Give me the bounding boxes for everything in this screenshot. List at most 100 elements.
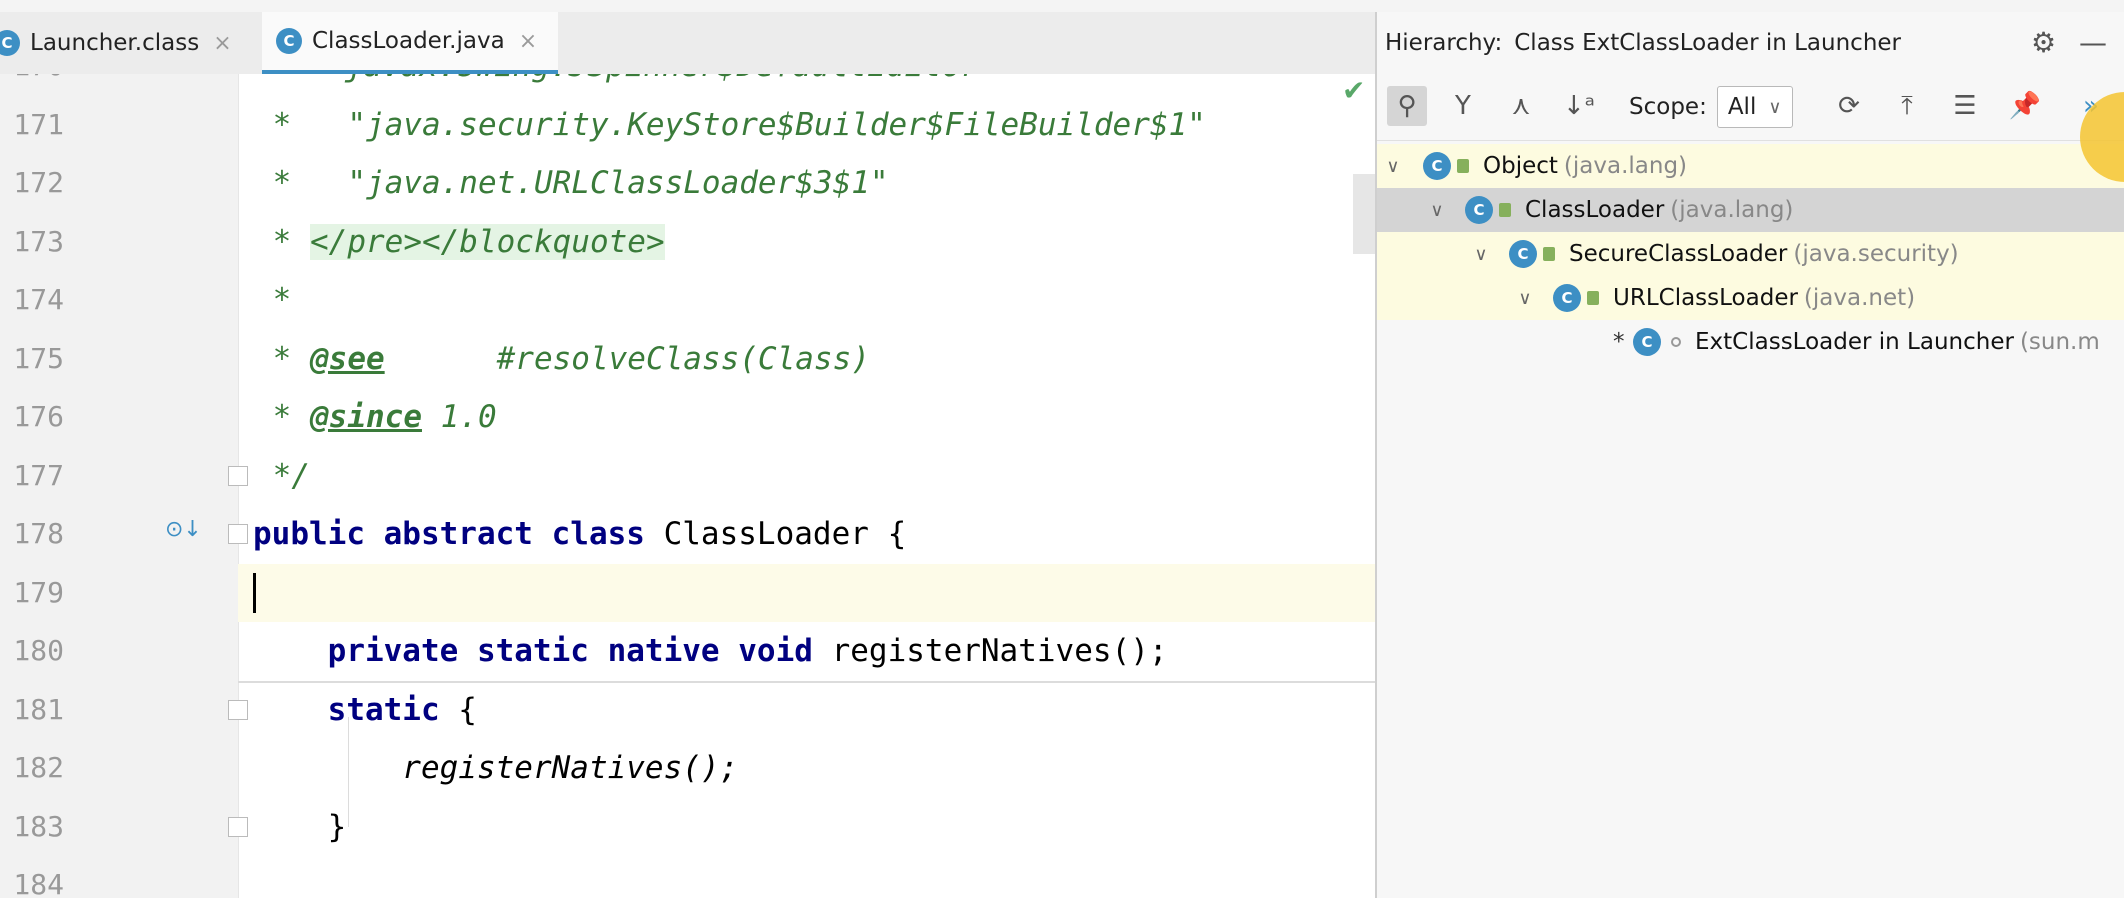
refresh-icon[interactable]: ⟳ <box>1829 86 1869 126</box>
line-number: 180 <box>13 634 64 667</box>
class-icon: C <box>1465 196 1493 224</box>
supertypes-icon[interactable]: Y <box>1443 86 1483 126</box>
fold-marker-icon[interactable] <box>228 465 248 486</box>
doc-prefix: * <box>254 399 310 435</box>
node-package: (java.security) <box>1793 241 1959 267</box>
code-text: */ <box>254 457 310 494</box>
code-line: 172 * "java.net.URLClassLoader$3$1" <box>0 154 1375 213</box>
type-hierarchy-icon[interactable]: ⚲ <box>1387 86 1427 126</box>
doc-text: 1.0 <box>421 399 497 435</box>
tree-node-classloader[interactable]: ∨ C ClassLoader (java.lang) <box>1377 188 2124 232</box>
code-text: * "java.net.URLClassLoader$3$1" <box>254 165 889 201</box>
editor-tab-bar: C Launcher.class × C ClassLoader.java × <box>0 12 1375 75</box>
code-line: 179 <box>0 564 1375 623</box>
html-tag: </pre></blockquote> <box>310 223 665 260</box>
line-number: 181 <box>13 692 64 726</box>
code-line: 170 "javax.swing.JSpinner$DefaultEditor" <box>0 74 1375 96</box>
text-caret <box>253 572 256 613</box>
code-text: { <box>439 691 477 728</box>
code-text: registerNatives(); <box>812 633 1168 669</box>
class-icon: C <box>1509 240 1537 268</box>
scope-value: All <box>1727 94 1757 120</box>
subclass-gutter-icon[interactable]: ⊙↓ <box>165 517 202 542</box>
node-name: SecureClassLoader <box>1569 241 1788 267</box>
pin-icon[interactable]: 📌 <box>2005 86 2045 126</box>
line-number: 174 <box>13 283 64 316</box>
line-number: 175 <box>13 341 64 375</box>
code-line: 176 * @since 1.0 <box>0 388 1375 447</box>
export-icon[interactable]: ⤒ <box>1887 86 1927 126</box>
doc-text: #resolveClass(Class) <box>384 340 870 377</box>
line-number: 176 <box>13 400 64 433</box>
package-private-icon <box>1671 337 1681 347</box>
fold-marker-icon[interactable] <box>228 699 248 720</box>
code-line: 177 */ <box>0 447 1375 506</box>
code-text: * "java.security.KeyStore$Builder$FileBu… <box>254 106 1206 143</box>
code-editor[interactable]: 170 "javax.swing.JSpinner$DefaultEditor"… <box>0 74 1375 898</box>
code-text: "javax.swing.JSpinner$DefaultEditor" <box>270 74 998 96</box>
scope-select[interactable]: All ∨ <box>1716 86 1793 128</box>
sort-alphabetically-icon[interactable]: ↓ᵃ <box>1559 86 1599 126</box>
line-number: 170 <box>0 74 64 96</box>
inspection-ok-icon[interactable]: ✔ <box>1342 74 1365 107</box>
node-name: ExtClassLoader in Launcher <box>1695 329 2014 355</box>
gear-icon[interactable]: ⚙ <box>2031 26 2056 59</box>
node-name: URLClassLoader <box>1613 285 1798 311</box>
keyword: public abstract class <box>253 516 645 552</box>
fold-marker-icon[interactable] <box>228 816 248 837</box>
javadoc-tag[interactable]: @see <box>310 341 385 377</box>
code-line: 184 <box>0 856 1375 898</box>
chevron-down-icon[interactable]: ∨ <box>1381 156 1405 177</box>
node-package: (java.net) <box>1803 285 1916 311</box>
tab-launcher-class[interactable]: C Launcher.class × <box>0 12 252 74</box>
class-icon: C <box>0 30 20 56</box>
tab-classloader-java[interactable]: C ClassLoader.java × <box>262 12 558 74</box>
class-icon: C <box>1553 284 1581 312</box>
line-number: 172 <box>13 166 64 199</box>
line-number: 173 <box>13 224 64 258</box>
tree-node-secureclassloader[interactable]: ∨ C SecureClassLoader (java.security) <box>1377 232 2124 276</box>
line-number: 184 <box>13 868 64 898</box>
expand-all-icon[interactable]: ☰ <box>1945 86 1985 126</box>
close-icon[interactable]: × <box>213 31 231 56</box>
scope-control: Scope: All ∨ <box>1629 74 1793 140</box>
tab-label: ClassLoader.java <box>312 28 505 54</box>
line-number: 183 <box>13 809 64 843</box>
focus-marker: * <box>1613 329 1625 355</box>
minimize-icon[interactable]: — <box>2079 26 2107 59</box>
node-package: (java.lang) <box>1670 197 1794 223</box>
scope-label: Scope: <box>1629 94 1707 120</box>
panel-title-text: Class ExtClassLoader in Launcher <box>1514 30 1902 56</box>
tree-node-object[interactable]: ∨ C Object (java.lang) <box>1377 144 2124 188</box>
line-number: 179 <box>13 575 64 609</box>
chevron-down-icon: ∨ <box>1768 96 1782 118</box>
hierarchy-toolbar: ⚲ Y ⋏ ↓ᵃ Scope: All ∨ ⟳ ⤒ ☰ 📌 » <box>1377 74 2124 141</box>
chevron-down-icon[interactable]: ∨ <box>1425 200 1449 221</box>
close-icon[interactable]: × <box>519 29 537 54</box>
doc-prefix: * <box>254 223 310 260</box>
code-line: 175 * @see #resolveClass(Class) <box>0 330 1375 389</box>
code-text: ClassLoader { <box>644 516 907 552</box>
fold-marker-icon[interactable] <box>228 524 248 544</box>
javadoc-tag[interactable]: @since <box>310 399 422 435</box>
code-line: 181 static { <box>0 681 1375 740</box>
code-line: 180 private static native void registerN… <box>0 622 1375 681</box>
doc-prefix: * <box>254 340 310 377</box>
line-number: 177 <box>13 458 64 492</box>
tree-node-extclassloader[interactable]: * C ExtClassLoader in Launcher (sun.m <box>1377 320 2124 364</box>
keyword: static <box>253 691 440 728</box>
line-number: 178 <box>13 517 64 550</box>
public-icon <box>1587 291 1599 305</box>
panel-title: Hierarchy: Class ExtClassLoader in Launc… <box>1385 12 1901 74</box>
chevron-down-icon[interactable]: ∨ <box>1513 288 1537 309</box>
node-package: (sun.m <box>2019 329 2100 355</box>
node-name: Object <box>1483 153 1558 179</box>
node-package: (java.lang) <box>1563 153 1688 179</box>
hierarchy-panel: Hierarchy: Class ExtClassLoader in Launc… <box>1375 12 2124 898</box>
chevron-down-icon[interactable]: ∨ <box>1469 244 1493 265</box>
line-number: 171 <box>13 107 64 141</box>
code-text: } <box>253 808 347 845</box>
tree-node-urlclassloader[interactable]: ∨ C URLClassLoader (java.net) <box>1377 276 2124 320</box>
subtypes-icon[interactable]: ⋏ <box>1501 86 1541 126</box>
editor-scrollbar[interactable] <box>1353 174 1375 254</box>
